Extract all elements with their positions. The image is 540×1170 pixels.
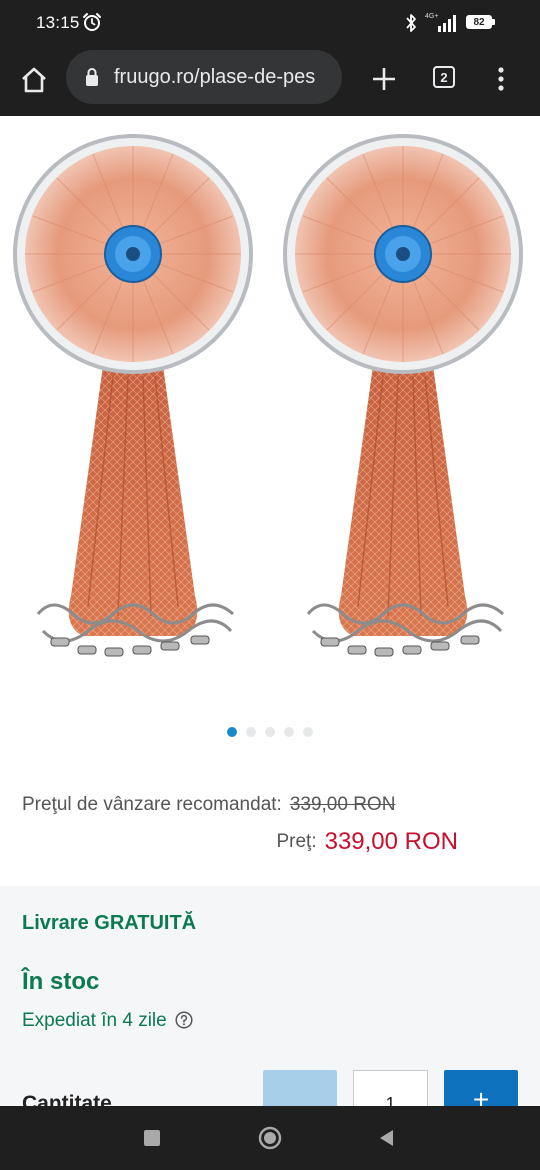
new-tab-button[interactable] <box>366 61 402 97</box>
lock-icon <box>86 68 98 86</box>
url-text: fruugo.ro/plase-de-pes <box>114 66 316 88</box>
status-time: 13:15 <box>36 13 80 32</box>
recommended-price-value: 339,00 RON <box>289 794 396 815</box>
cast-net-illustration <box>13 134 523 658</box>
stock-status: În stoc <box>22 968 100 995</box>
system-nav-bar <box>0 1106 540 1170</box>
dispatch-info: Expediat în 4 zile <box>22 1010 193 1032</box>
tab-switcher-button[interactable]: 2 <box>433 66 455 88</box>
price-value: 339,00 RON <box>324 828 458 855</box>
plus-icon <box>373 68 395 90</box>
carousel-dot[interactable] <box>246 727 256 737</box>
alarm-icon <box>83 13 101 31</box>
price-label: Preţ: <box>276 831 317 852</box>
carousel-dot[interactable] <box>265 727 275 737</box>
recommended-price-label: Preţul de vânzare recomandat: <box>22 794 282 815</box>
recents-button[interactable] <box>144 1130 160 1146</box>
overflow-menu-button[interactable] <box>488 61 514 97</box>
more-vert-icon <box>498 67 504 91</box>
address-bar[interactable]: fruugo.ro/plase-de-pes <box>66 50 342 104</box>
dispatch-text: Expediat în 4 zile <box>22 1010 167 1031</box>
carousel-dot[interactable] <box>227 727 237 737</box>
carousel-dot[interactable] <box>284 727 294 737</box>
delivery-panel: Livrare GRATUITĂ În stoc Expediat în 4 z… <box>0 886 540 1130</box>
recommended-price-row: Preţul de vânzare recomandat: 339,00 RON <box>22 794 395 816</box>
home-nav-button[interactable] <box>258 1126 282 1150</box>
carousel-dot[interactable] <box>303 727 313 737</box>
status-bar: 13:15 4G+ 82 <box>0 0 540 46</box>
home-icon <box>22 67 46 93</box>
price-row: Preţ: 339,00 RON <box>276 828 458 856</box>
browser-toolbar: fruugo.ro/plase-de-pes 2 <box>0 46 540 116</box>
free-delivery-label: Livrare GRATUITĂ <box>22 912 197 934</box>
battery-level: 82 <box>466 15 492 29</box>
battery-icon: 82 <box>466 15 496 31</box>
carousel-dots <box>0 727 540 739</box>
product-image[interactable] <box>0 116 540 696</box>
bluetooth-icon <box>406 14 416 32</box>
signal-icon <box>438 15 456 32</box>
help-icon[interactable] <box>175 1011 193 1029</box>
home-button[interactable] <box>16 62 52 98</box>
back-nav-button[interactable] <box>377 1128 395 1148</box>
